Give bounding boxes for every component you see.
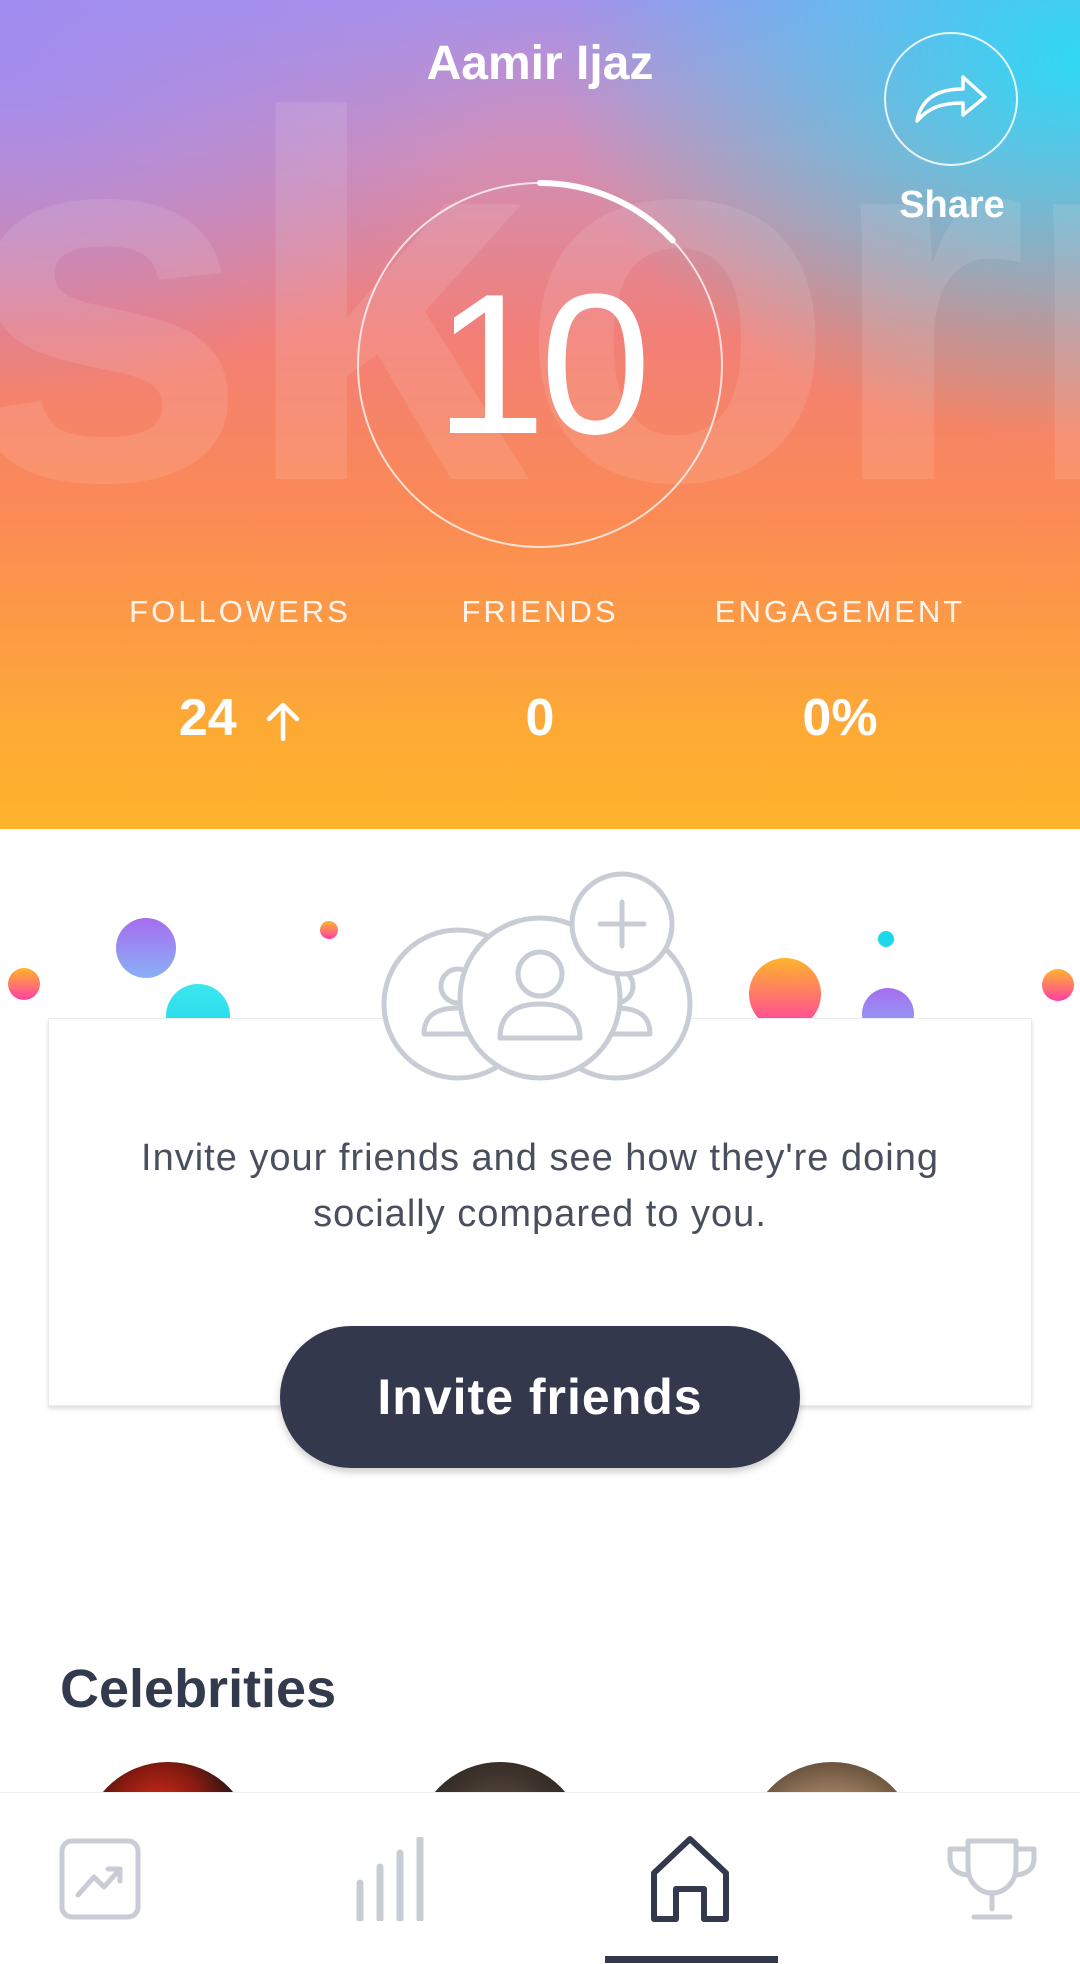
arrow-up-icon bbox=[266, 703, 300, 742]
invite-message: Invite your friends and see how they're … bbox=[141, 1137, 939, 1235]
nav-item-leaderboard[interactable] bbox=[892, 1793, 1080, 1964]
bottom-nav bbox=[0, 1792, 1080, 1964]
nav-item-home[interactable] bbox=[590, 1793, 790, 1964]
decor-bubble bbox=[878, 931, 894, 947]
trophy-icon bbox=[947, 1838, 1037, 1919]
share-arrow-icon bbox=[915, 75, 987, 123]
celebrities-title: Celebrities bbox=[60, 1659, 337, 1719]
friends-label: FRIENDS bbox=[461, 594, 619, 629]
active-tab-indicator bbox=[605, 1956, 778, 1963]
friends-value: 0 bbox=[525, 689, 555, 747]
trend-chart-icon bbox=[59, 1838, 141, 1919]
decor-bubble bbox=[8, 968, 40, 1000]
decor-bubble bbox=[1042, 969, 1074, 1001]
followers-label: FOLLOWERS bbox=[129, 594, 351, 629]
nav-item-trends[interactable] bbox=[0, 1793, 200, 1964]
invite-friends-button[interactable]: Invite friends bbox=[280, 1326, 800, 1468]
decor-bubble bbox=[116, 918, 176, 978]
followers-value: 24 bbox=[100, 688, 380, 748]
engagement-value: 0% bbox=[802, 689, 878, 747]
nav-item-stats[interactable] bbox=[288, 1793, 488, 1964]
home-icon bbox=[651, 1835, 729, 1922]
followers-count: 24 bbox=[178, 689, 237, 747]
engagement-label: ENGAGEMENT bbox=[714, 594, 966, 629]
share-button[interactable] bbox=[884, 32, 1018, 166]
bar-chart-icon bbox=[356, 1836, 424, 1921]
share-label[interactable]: Share bbox=[880, 184, 1024, 227]
decor-bubble bbox=[320, 921, 338, 939]
score-value: 10 bbox=[434, 253, 651, 476]
add-friends-icon bbox=[381, 871, 693, 1081]
